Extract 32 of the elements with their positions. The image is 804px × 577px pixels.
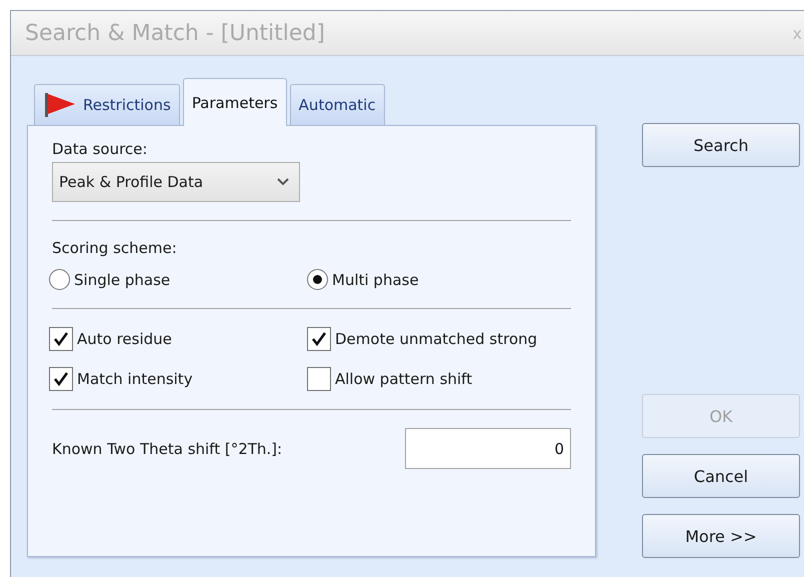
checkmark-icon (53, 371, 69, 387)
checkbox-label: Allow pattern shift (335, 370, 472, 388)
checkmark-icon (53, 331, 69, 347)
checkbox[interactable] (49, 367, 73, 391)
data-source-dropdown[interactable]: Peak & Profile Data (52, 162, 300, 202)
tab[interactable]: Parameters (182, 78, 287, 126)
field-label: Data source: (52, 140, 148, 158)
checkbox-label: Auto residue (77, 330, 172, 348)
tab-label: Automatic (298, 96, 376, 114)
radio-button[interactable] (307, 269, 328, 290)
checkbox-label: Match intensity (77, 370, 193, 388)
field-label: Known Two Theta shift [°2Th.]: (52, 440, 282, 458)
dropdown-value: Peak & Profile Data (59, 173, 204, 191)
dialog-button[interactable]: More >> (642, 514, 800, 558)
radio-button[interactable] (49, 269, 70, 290)
tab[interactable]: Restrictions (34, 84, 180, 125)
dialog-button[interactable]: Cancel (642, 454, 800, 498)
checkbox[interactable] (307, 367, 331, 391)
tab-label: Restrictions (83, 96, 171, 114)
chevron-down-icon (277, 178, 289, 186)
checkbox[interactable] (49, 327, 73, 351)
window-title: Search & Match - [Untitled] (25, 20, 325, 46)
tab[interactable]: Automatic (290, 84, 385, 125)
field-label: Scoring scheme: (52, 239, 178, 257)
radio-label: Multi phase (332, 270, 419, 288)
checkbox[interactable] (307, 327, 331, 351)
shift-input[interactable]: 0 (405, 428, 571, 469)
dialog-button[interactable]: Search (642, 123, 800, 167)
tab-label: Parameters (192, 94, 278, 112)
radio-label: Single phase (74, 270, 170, 288)
checkbox-label: Demote unmatched strong (335, 330, 538, 348)
checkmark-icon (311, 331, 327, 347)
